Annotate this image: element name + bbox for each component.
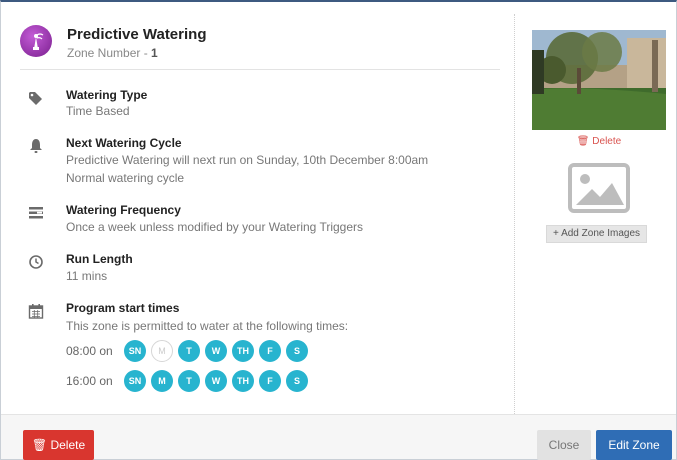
modal-footer: 🗑︎ Delete Close Edit Zone	[1, 414, 676, 460]
zone-photo[interactable]	[532, 30, 666, 130]
sprinkler-icon	[20, 25, 52, 57]
watering-type-value: Time Based	[66, 104, 130, 118]
day-chip[interactable]: T	[178, 340, 200, 362]
watering-type-section: Watering Type Time Based	[22, 88, 502, 120]
day-chip[interactable]: SN	[124, 340, 146, 362]
delete-image-link[interactable]: 🗑︎ Delete	[532, 136, 666, 147]
day-chip[interactable]: M	[151, 340, 173, 362]
day-chip[interactable]: S	[286, 370, 308, 392]
next-cycle-line1: Predictive Watering will next run on Sun…	[66, 153, 429, 167]
start-time-label: 16:00 on	[66, 374, 113, 388]
run-length-label: Run Length	[66, 252, 133, 266]
frequency-section: Watering Frequency Once a week unless mo…	[22, 203, 502, 235]
day-chip[interactable]: F	[259, 370, 281, 392]
plus-icon: +	[553, 228, 559, 239]
modal-header: Predictive Watering Zone Number - 1	[20, 22, 500, 70]
program-description: This zone is permitted to water at the f…	[66, 319, 349, 333]
program-label: Program start times	[66, 301, 180, 315]
trash-icon: 🗑︎	[576, 136, 590, 147]
delete-image-label: Delete	[592, 136, 622, 147]
add-zone-images-label: Add Zone Images	[561, 228, 641, 239]
clock-icon	[29, 255, 43, 269]
image-placeholder-icon	[568, 163, 630, 218]
start-time-label: 08:00 on	[66, 344, 113, 358]
next-cycle-section: Next Watering Cycle Predictive Watering …	[22, 136, 502, 186]
day-chip[interactable]: TH	[232, 340, 254, 362]
page-title: Predictive Watering	[67, 26, 207, 43]
run-length-section: Run Length 11 mins	[22, 252, 502, 284]
program-section: Program start times This zone is permitt…	[22, 301, 502, 335]
close-button[interactable]: Close	[537, 430, 591, 460]
next-cycle-label: Next Watering Cycle	[66, 136, 182, 150]
frequency-label: Watering Frequency	[66, 203, 181, 217]
day-chip[interactable]: W	[205, 370, 227, 392]
next-cycle-line2: Normal watering cycle	[66, 171, 185, 185]
delete-zone-label: Delete	[50, 438, 86, 452]
trash-icon: 🗑︎	[31, 438, 48, 452]
add-zone-images-button[interactable]: + Add Zone Images	[546, 225, 648, 243]
frequency-value: Once a week unless modified by your Wate…	[66, 220, 364, 234]
tags-icon	[29, 92, 42, 105]
day-chip[interactable]: T	[178, 370, 200, 392]
delete-zone-button[interactable]: 🗑︎ Delete	[23, 430, 94, 460]
day-chip[interactable]: SN	[124, 370, 146, 392]
day-chip[interactable]: TH	[232, 370, 254, 392]
calendar-icon	[28, 304, 44, 319]
zone-number: Zone Number - 1	[67, 46, 158, 60]
day-selector: SN M T W TH F S	[124, 340, 308, 362]
day-chip[interactable]: M	[151, 370, 173, 392]
frequency-icon	[29, 207, 43, 219]
day-selector: SN M T W TH F S	[124, 370, 308, 392]
day-chip[interactable]: F	[259, 340, 281, 362]
day-chip[interactable]: S	[286, 340, 308, 362]
day-chip[interactable]: W	[205, 340, 227, 362]
bell-icon	[30, 139, 42, 153]
panel-divider	[514, 14, 515, 414]
watering-type-label: Watering Type	[66, 88, 148, 102]
run-length-value: 11 mins	[66, 269, 108, 283]
edit-zone-button[interactable]: Edit Zone	[596, 430, 672, 460]
